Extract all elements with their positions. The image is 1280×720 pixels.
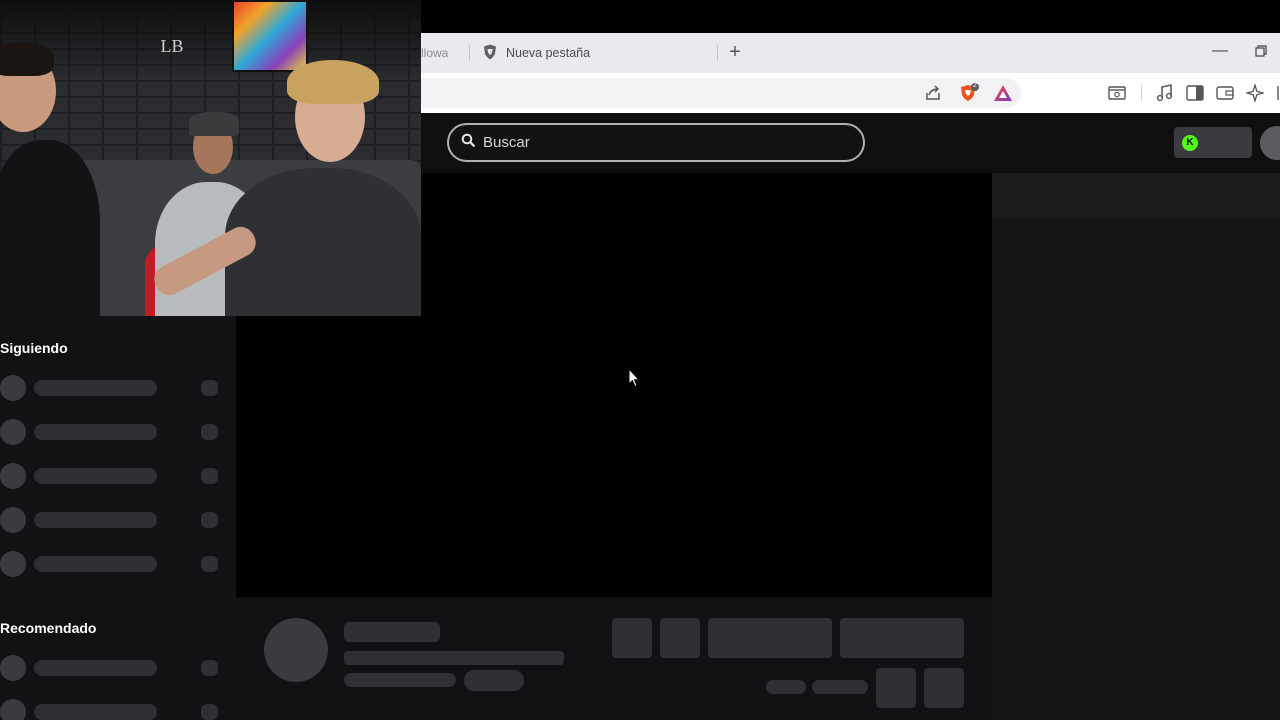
search-bar[interactable] xyxy=(447,123,865,162)
stream-tag-skeleton xyxy=(464,670,524,691)
viewer-count-skeleton xyxy=(766,680,806,694)
tab-separator xyxy=(717,45,718,61)
wall-painting xyxy=(232,0,308,72)
brave-shield-icon xyxy=(483,44,497,63)
action-button-skeleton xyxy=(660,618,700,658)
tab-search-icon[interactable] xyxy=(1107,83,1127,103)
user-avatar[interactable] xyxy=(1260,126,1280,160)
restore-icon[interactable] xyxy=(1255,44,1267,57)
toolbar-overflow-edge xyxy=(1273,83,1280,103)
minimize-button[interactable]: — xyxy=(1207,39,1233,65)
following-item-skeleton xyxy=(0,551,236,577)
brave-shield-count-badge: 2 xyxy=(973,82,977,89)
subscribe-button-skeleton xyxy=(840,618,964,658)
recommended-section-title: Recomendado xyxy=(0,620,97,636)
following-item-skeleton xyxy=(0,463,236,489)
brave-rewards-icon[interactable] xyxy=(993,83,1013,103)
tab-separator xyxy=(469,45,470,61)
wallet-icon[interactable] xyxy=(1215,83,1235,103)
action-button-skeleton xyxy=(612,618,652,658)
mouse-cursor-icon xyxy=(628,367,641,388)
new-tab-button[interactable]: + xyxy=(723,39,747,67)
stream-time-skeleton xyxy=(812,680,868,694)
streamer-avatar-skeleton xyxy=(264,618,328,682)
stream-title-skeleton xyxy=(344,651,564,665)
following-section-title: Siguiendo xyxy=(0,340,68,356)
brave-shield-icon[interactable]: 2 xyxy=(959,82,979,103)
tab-new-tab[interactable]: Nueva pestaña xyxy=(479,39,719,67)
chat-header xyxy=(992,173,1280,219)
browser-tab-bar: llowa Nueva pestaña + — xyxy=(421,33,1280,73)
share-icon[interactable] xyxy=(923,83,943,103)
browser-toolbar: 2 xyxy=(421,73,1280,113)
chat-panel xyxy=(992,173,1280,720)
leo-ai-icon[interactable] xyxy=(1245,83,1265,103)
sidebar: Siguiendo Recomendado xyxy=(0,316,236,720)
recommended-item-skeleton xyxy=(0,699,236,720)
more-button-skeleton xyxy=(924,668,964,708)
search-input[interactable] xyxy=(483,134,843,151)
following-item-skeleton xyxy=(0,375,236,401)
wall-logo: LB xyxy=(160,36,184,56)
header-action-button[interactable]: K xyxy=(1174,127,1252,158)
following-item-skeleton xyxy=(0,419,236,445)
tab-title: Nueva pestaña xyxy=(506,46,591,60)
following-item-skeleton xyxy=(0,507,236,533)
stream-category-skeleton xyxy=(344,673,456,687)
tab-previous[interactable]: llowa xyxy=(421,41,467,65)
sidebar-icon[interactable] xyxy=(1185,83,1205,103)
kick-badge-icon: K xyxy=(1182,135,1198,151)
site-header: K xyxy=(421,113,1280,173)
person-left xyxy=(0,42,100,316)
streamer-name-skeleton xyxy=(344,622,440,642)
follow-button-skeleton xyxy=(708,618,832,658)
webcam-overlay: LB xyxy=(0,0,421,316)
toolbar-separator xyxy=(1141,85,1142,101)
search-icon xyxy=(461,133,475,152)
media-icon[interactable] xyxy=(1155,83,1175,103)
share-button-skeleton xyxy=(876,668,916,708)
recommended-item-skeleton xyxy=(0,655,236,681)
